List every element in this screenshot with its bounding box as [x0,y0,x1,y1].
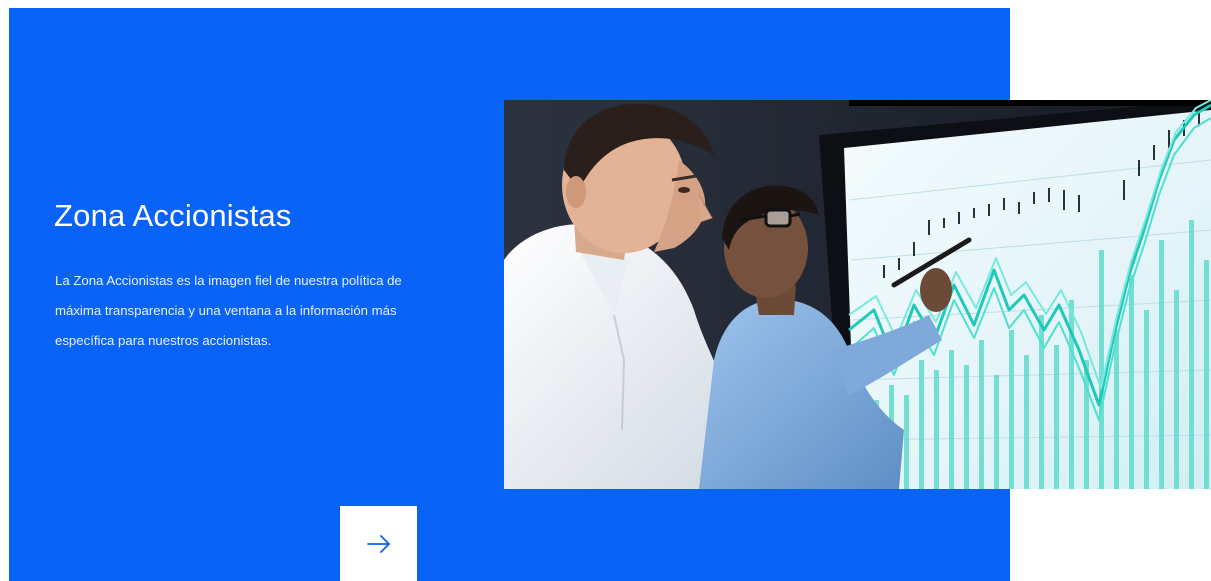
next-button[interactable] [340,506,417,581]
section-title: Zona Accionistas [54,198,292,233]
arrow-right-icon [366,534,390,553]
hero-image [504,100,1211,489]
section-description: La Zona Accionistas es la imagen fiel de… [55,273,402,348]
